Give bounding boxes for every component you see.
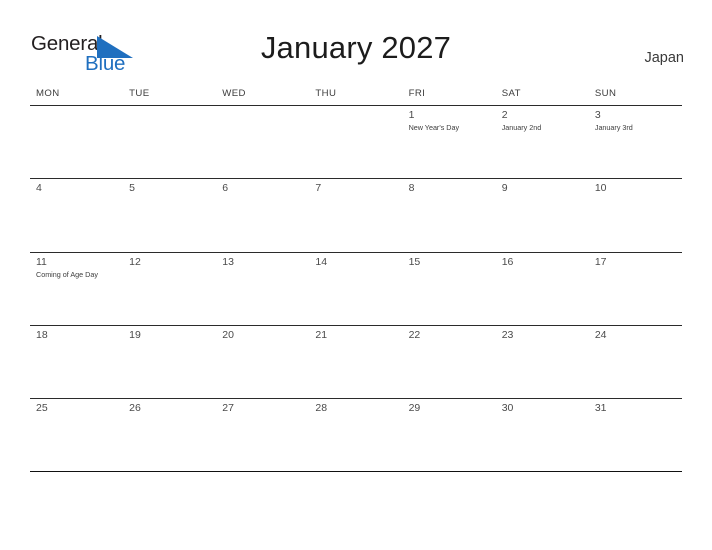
day-cell[interactable]: 21 <box>309 326 402 398</box>
day-cell[interactable]: 16 <box>496 253 589 325</box>
day-cell[interactable]: 9 <box>496 179 589 251</box>
day-cell[interactable]: 30 <box>496 399 589 471</box>
day-cell[interactable] <box>309 106 402 178</box>
day-cell[interactable]: 12 <box>123 253 216 325</box>
day-cell[interactable]: 11 Coming of Age Day <box>30 253 123 325</box>
day-cell[interactable]: 28 <box>309 399 402 471</box>
day-number: 22 <box>408 328 421 341</box>
day-cell[interactable]: 31 <box>589 399 682 471</box>
day-cell[interactable]: 8 <box>403 179 496 251</box>
day-cell[interactable] <box>30 106 123 178</box>
calendar-page: General Blue January 2027 Japan MON TUE … <box>0 0 712 550</box>
day-number: 7 <box>315 182 322 195</box>
day-number: 16 <box>501 255 514 268</box>
day-number: 21 <box>315 328 328 341</box>
day-number: 20 <box>222 328 234 341</box>
day-cell[interactable]: 10 <box>589 179 682 251</box>
calendar-week-row: 11 Coming of Age Day 12 13 14 15 16 17 <box>30 253 682 326</box>
calendar-week-row: 18 19 20 21 22 23 24 <box>30 326 682 400</box>
day-cell[interactable]: 2 January 2nd <box>496 106 589 178</box>
day-event-label: January 2nd <box>501 123 542 132</box>
day-cell[interactable]: 1 New Year's Day <box>403 106 496 178</box>
day-number: 2 <box>501 109 508 121</box>
day-number: 25 <box>36 402 48 415</box>
day-number: 24 <box>594 328 607 341</box>
day-number: 8 <box>408 182 415 195</box>
day-number: 12 <box>129 255 141 268</box>
day-event-label: January 3rd <box>594 123 633 132</box>
weekday-header-wed: WED <box>222 88 246 99</box>
calendar-week-row: 1 New Year's Day 2 January 2nd 3 January 3r… <box>30 106 682 180</box>
day-cell[interactable]: 27 <box>216 399 309 471</box>
weekday-header-tue: TUE <box>129 88 150 99</box>
country-label: Japan <box>644 50 684 66</box>
page-header: General Blue January 2027 Japan <box>0 0 712 88</box>
day-cell[interactable]: 6 <box>216 179 309 251</box>
weekday-header-sun: SUN <box>594 88 617 99</box>
day-number: 30 <box>501 402 514 415</box>
day-cell[interactable]: 14 <box>309 253 402 325</box>
weekday-header-thu: THU <box>315 88 337 99</box>
day-number: 6 <box>222 182 229 195</box>
day-cell[interactable]: 18 <box>30 326 123 398</box>
day-cell[interactable]: 3 January 3rd <box>589 106 682 178</box>
weekday-header-sat: SAT <box>501 88 521 99</box>
day-number: 3 <box>594 109 601 121</box>
day-number: 29 <box>408 402 421 415</box>
day-cell[interactable]: 20 <box>216 326 309 398</box>
day-cell[interactable]: 13 <box>216 253 309 325</box>
calendar-grid: MON TUE WED THU FRI SAT SUN 1 New Year's … <box>30 88 682 473</box>
day-number: 17 <box>594 255 607 268</box>
day-number: 13 <box>222 255 234 268</box>
day-cell[interactable]: 4 <box>30 179 123 251</box>
weekday-header-row: MON TUE WED THU FRI SAT SUN <box>30 88 682 106</box>
calendar-week-row: 25 26 27 28 29 30 31 <box>30 399 682 473</box>
day-cell[interactable]: 15 <box>403 253 496 325</box>
day-cell[interactable]: 29 <box>403 399 496 471</box>
day-number: 10 <box>594 182 607 195</box>
day-cell[interactable]: 7 <box>309 179 402 251</box>
day-cell[interactable]: 25 <box>30 399 123 471</box>
calendar-week-row: 4 5 6 7 8 9 10 <box>30 179 682 253</box>
day-number: 23 <box>501 328 514 341</box>
day-cell[interactable] <box>123 106 216 178</box>
day-number: 27 <box>222 402 234 415</box>
weekday-header-mon: MON <box>36 88 60 99</box>
day-number: 18 <box>36 328 48 341</box>
day-cell[interactable]: 22 <box>403 326 496 398</box>
day-number: 1 <box>408 109 415 121</box>
day-event-label: Coming of Age Day <box>36 269 98 279</box>
day-number: 15 <box>408 255 421 268</box>
day-cell[interactable]: 23 <box>496 326 589 398</box>
day-number: 28 <box>315 402 328 415</box>
day-number: 5 <box>129 182 135 195</box>
day-number: 19 <box>129 328 141 341</box>
day-number: 4 <box>36 182 42 195</box>
day-event-label: New Year's Day <box>408 123 460 132</box>
day-cell[interactable]: 5 <box>123 179 216 251</box>
day-cell[interactable]: 24 <box>589 326 682 398</box>
day-number: 31 <box>594 402 607 415</box>
day-number: 26 <box>129 402 141 415</box>
day-number: 9 <box>501 182 508 195</box>
day-number: 11 <box>36 255 47 268</box>
day-cell[interactable]: 19 <box>123 326 216 398</box>
weekday-header-fri: FRI <box>408 88 426 99</box>
day-cell[interactable]: 26 <box>123 399 216 471</box>
day-number: 14 <box>315 255 328 268</box>
page-title: January 2027 <box>260 30 452 65</box>
day-cell[interactable]: 17 <box>589 253 682 325</box>
day-cell[interactable] <box>216 106 309 178</box>
